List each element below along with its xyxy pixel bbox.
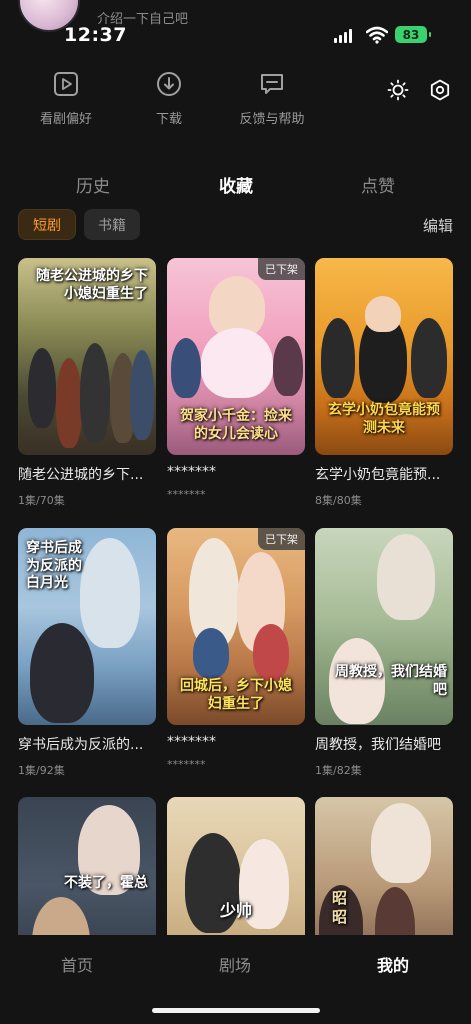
- tab-favorites[interactable]: 收藏: [219, 172, 253, 197]
- status-badge: 已下架: [258, 258, 305, 280]
- battery-indicator: 83: [395, 26, 431, 43]
- card-title: *******: [167, 734, 216, 750]
- settings-icon[interactable]: [428, 78, 452, 102]
- drama-poster[interactable]: 回城后，乡下小媳妇重生了 已下架: [167, 528, 305, 725]
- brightness-icon[interactable]: [386, 78, 410, 102]
- poster-title: 昭昭: [331, 889, 347, 926]
- feedback-button[interactable]: 反馈与帮助: [227, 70, 317, 127]
- nav-mine[interactable]: 我的: [377, 952, 409, 976]
- card-title: 玄学小奶包竟能预...: [315, 467, 441, 483]
- card-title: 周教授，我们结婚吧: [315, 737, 441, 753]
- poster-title: 少帅: [219, 901, 252, 920]
- card-episodes: 1集/70集: [18, 494, 65, 507]
- drama-card[interactable]: 玄学小奶包竟能预测未来 玄学小奶包竟能预... 8集/80集: [315, 258, 453, 508]
- drama-poster[interactable]: 穿书后成为反派的白月光: [18, 528, 156, 725]
- nav-home[interactable]: 首页: [61, 952, 93, 976]
- home-indicator[interactable]: [152, 1008, 320, 1013]
- drama-card[interactable]: 回城后，乡下小媳妇重生了 已下架 ******* *******: [167, 528, 305, 771]
- status-badge: 已下架: [258, 528, 305, 550]
- watch-preference-label: 看剧偏好: [39, 112, 92, 127]
- drama-card[interactable]: 贺家小千金：捡来的女儿会读心 已下架 ******* *******: [167, 258, 305, 501]
- card-episodes: 1集/82集: [315, 764, 362, 777]
- watch-preference-button[interactable]: 看剧偏好: [21, 70, 111, 127]
- download-label: 下载: [155, 112, 182, 127]
- poster-title: 回城后，乡下小媳妇重生了: [180, 678, 292, 712]
- poster-title: 周教授，我们结婚吧: [335, 664, 447, 698]
- status-time: 12:37: [64, 24, 127, 46]
- card-title: *******: [167, 464, 216, 480]
- drama-poster[interactable]: 贺家小千金：捡来的女儿会读心 已下架: [167, 258, 305, 455]
- poster-title: 玄学小奶包竟能预测未来: [328, 402, 440, 436]
- card-episodes: *******: [167, 758, 206, 771]
- poster-title: 随老公进城的乡下小媳妇重生了: [36, 268, 148, 302]
- card-title: 穿书后成为反派的...: [18, 737, 144, 753]
- card-episodes: 1集/92集: [18, 764, 65, 777]
- drama-card[interactable]: 随老公进城的乡下小媳妇重生了 随老公进城的乡下... 1集/70集: [18, 258, 156, 508]
- drama-card[interactable]: 周教授，我们结婚吧 周教授，我们结婚吧 1集/82集: [315, 528, 453, 778]
- filter-books[interactable]: 书籍: [84, 209, 140, 240]
- download-icon: [157, 72, 181, 96]
- card-episodes: 8集/80集: [315, 494, 362, 507]
- wifi-icon: [366, 26, 388, 44]
- filter-short-drama[interactable]: 短剧: [18, 209, 76, 240]
- card-title: 随老公进城的乡下...: [18, 467, 144, 483]
- drama-card[interactable]: 穿书后成为反派的白月光 穿书后成为反派的... 1集/92集: [18, 528, 156, 778]
- tab-history[interactable]: 历史: [76, 172, 110, 197]
- tab-likes[interactable]: 点赞: [361, 172, 395, 197]
- poster-title: 不装了，霍总: [64, 875, 148, 891]
- download-button[interactable]: 下载: [124, 70, 214, 127]
- signal-icon: [334, 29, 352, 43]
- drama-poster[interactable]: 周教授，我们结婚吧: [315, 528, 453, 725]
- drama-poster[interactable]: 玄学小奶包竟能预测未来: [315, 258, 453, 455]
- feedback-icon: [261, 74, 283, 94]
- drama-poster[interactable]: 随老公进城的乡下小媳妇重生了: [18, 258, 156, 455]
- nav-theater[interactable]: 剧场: [219, 952, 251, 976]
- feedback-label: 反馈与帮助: [239, 112, 305, 127]
- poster-title: 穿书后成为反派的白月光: [26, 540, 82, 591]
- edit-button[interactable]: 编辑: [423, 215, 453, 236]
- card-episodes: *******: [167, 488, 206, 501]
- play-square-icon: [54, 72, 78, 96]
- poster-title: 贺家小千金：捡来的女儿会读心: [180, 408, 292, 442]
